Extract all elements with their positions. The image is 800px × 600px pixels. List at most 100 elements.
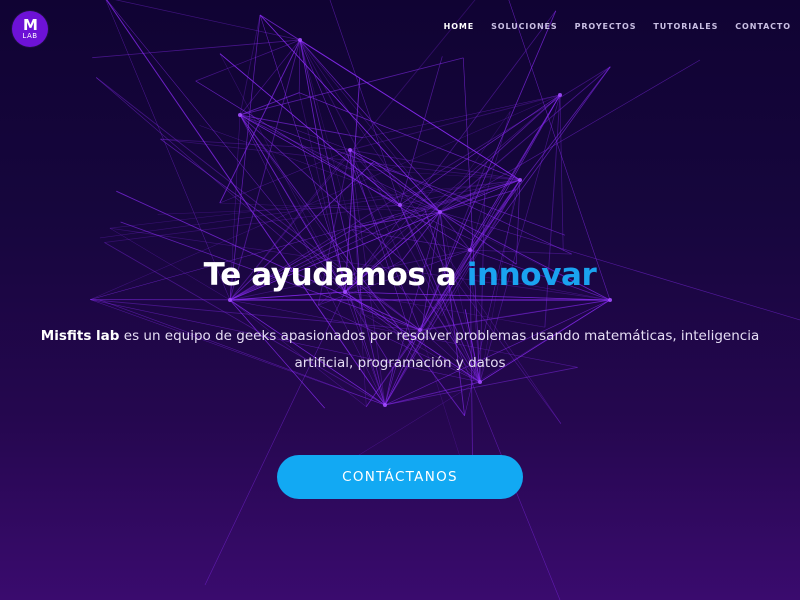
- network-node: [398, 203, 402, 207]
- network-line: [239, 92, 300, 116]
- network-line: [439, 179, 521, 213]
- network-line: [229, 0, 476, 301]
- network-line: [399, 204, 473, 241]
- network-line: [259, 14, 521, 181]
- network-line: [299, 39, 434, 191]
- network-line: [439, 59, 701, 213]
- network-line: [351, 229, 471, 251]
- network-line: [109, 179, 521, 229]
- network-line: [199, 125, 441, 213]
- network-node: [348, 148, 352, 152]
- network-line: [384, 381, 481, 406]
- hero-title: Te ayudamos a innovar: [0, 257, 800, 293]
- network-line: [469, 66, 611, 251]
- network-line: [344, 291, 611, 301]
- network-line: [229, 291, 346, 301]
- main-nav: HOME SOLUCIONES PROYECTOS TUTORIALES CON…: [444, 22, 791, 31]
- network-line: [219, 53, 401, 206]
- hero-title-main: Te ayudamos a: [203, 256, 467, 293]
- network-line: [349, 149, 441, 213]
- network-node: [608, 298, 612, 302]
- network-line: [299, 39, 441, 213]
- network-line: [239, 114, 363, 139]
- network-node: [238, 113, 242, 117]
- network-line: [349, 149, 441, 213]
- logo-mark: M: [23, 16, 38, 34]
- network-line: [105, 0, 231, 301]
- network-line: [219, 202, 441, 213]
- network-line: [160, 138, 521, 181]
- network-line: [299, 39, 521, 181]
- network-line: [329, 0, 401, 206]
- contact-cta-button[interactable]: CONTÁCTANOS: [277, 455, 523, 499]
- network-node: [438, 210, 442, 214]
- network-line: [349, 94, 561, 151]
- network-line: [401, 211, 441, 261]
- network-node: [383, 403, 387, 407]
- nav-home[interactable]: HOME: [444, 22, 475, 31]
- network-line: [353, 211, 441, 228]
- nav-proyectos[interactable]: PROYECTOS: [575, 22, 637, 31]
- nav-contacto[interactable]: CONTACTO: [735, 22, 791, 31]
- network-line: [259, 14, 441, 213]
- network-line: [195, 39, 301, 82]
- network-line: [419, 179, 521, 331]
- logo[interactable]: M LAB: [12, 11, 48, 47]
- network-line: [399, 204, 562, 424]
- hero-brand: Misfits lab: [40, 327, 120, 344]
- network-line: [469, 111, 511, 251]
- network-line: [439, 192, 485, 213]
- network-line: [421, 94, 561, 331]
- network-line: [469, 240, 473, 251]
- network-line: [92, 39, 301, 59]
- network-line: [219, 149, 351, 204]
- network-line: [399, 204, 425, 210]
- network-line: [297, 130, 351, 151]
- network-line: [157, 204, 401, 215]
- network-line: [219, 53, 401, 206]
- network-line: [515, 179, 521, 265]
- network-line: [399, 179, 521, 206]
- network-line: [362, 94, 561, 138]
- network-line: [239, 14, 261, 116]
- logo-sub: LAB: [22, 32, 38, 40]
- network-line: [239, 114, 401, 206]
- network-line: [299, 92, 521, 181]
- network-line: [559, 94, 564, 251]
- network-line: [419, 179, 521, 331]
- hero-description: Misfits lab es un equipo de geeks apasio…: [30, 323, 770, 377]
- network-line: [239, 57, 464, 116]
- network-line: [299, 39, 346, 293]
- network-line: [195, 80, 471, 251]
- network-line: [373, 161, 441, 213]
- network-line: [366, 172, 401, 206]
- network-line: [441, 179, 521, 317]
- network-line: [439, 111, 511, 213]
- network-line: [344, 10, 557, 293]
- network-line: [239, 39, 301, 116]
- network-line: [106, 0, 346, 293]
- network-line: [344, 291, 611, 301]
- nav-tutoriales[interactable]: TUTORIALES: [653, 22, 718, 31]
- network-node: [468, 248, 472, 252]
- network-line: [439, 211, 471, 251]
- network-line: [299, 39, 521, 181]
- network-line: [349, 149, 403, 261]
- hero-title-accent: innovar: [466, 256, 597, 293]
- nav-soluciones[interactable]: SOLUCIONES: [491, 22, 557, 31]
- network-lines-background: [90, 0, 800, 600]
- network-line: [469, 179, 521, 251]
- network-line: [349, 149, 521, 181]
- network-line: [420, 179, 521, 212]
- network-line: [115, 0, 301, 41]
- network-line: [349, 149, 375, 162]
- network-node: [228, 298, 232, 302]
- network-line: [99, 179, 521, 239]
- network-line: [104, 204, 401, 243]
- network-line: [439, 66, 611, 213]
- network-line: [344, 291, 611, 301]
- network-line: [349, 149, 572, 255]
- network-line: [508, 0, 611, 301]
- network-line: [239, 114, 441, 213]
- network-node: [298, 38, 302, 42]
